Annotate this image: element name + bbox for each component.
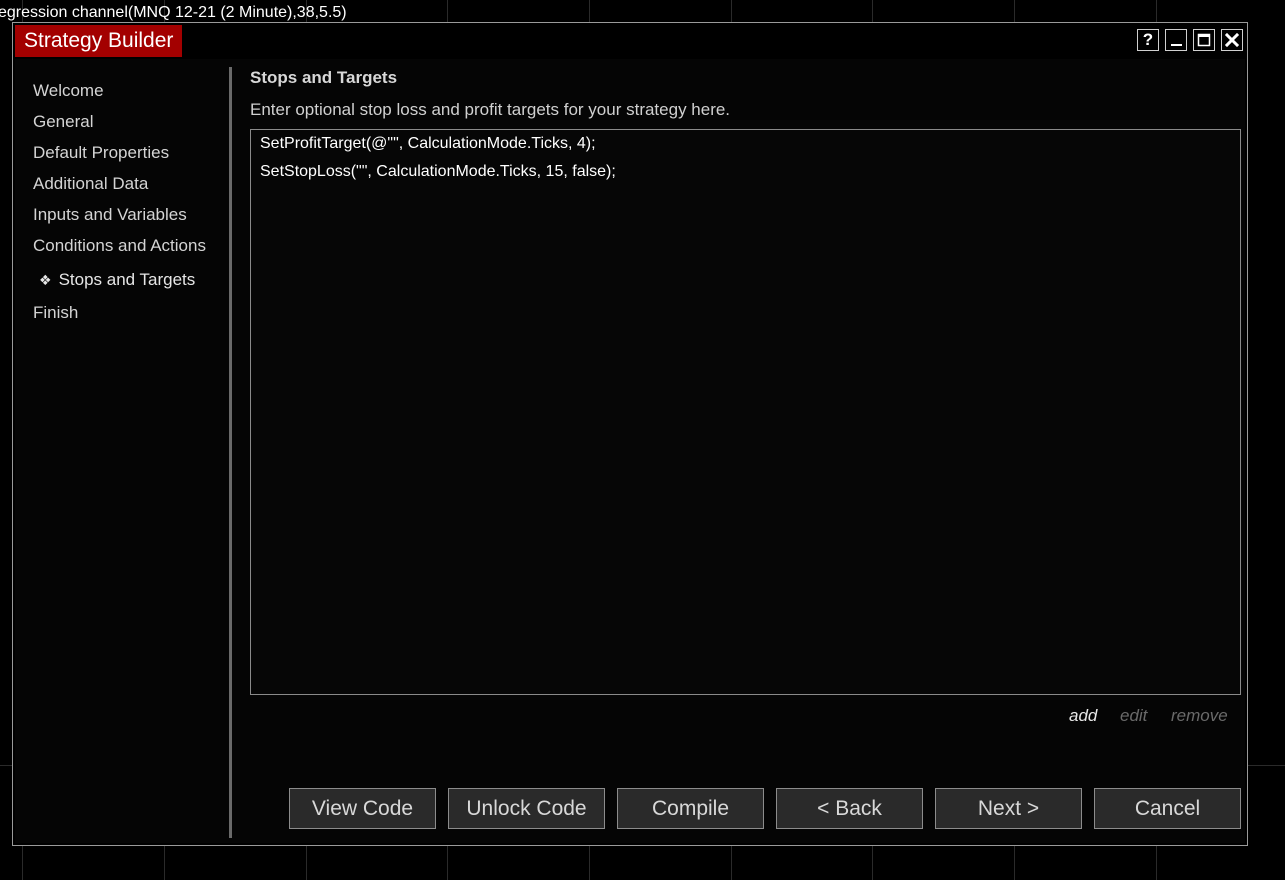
sidebar-item-conditions-and-actions[interactable]: Conditions and Actions xyxy=(33,236,206,256)
cancel-button[interactable]: Cancel xyxy=(1094,788,1241,829)
chart-background: egression channel(MNQ 12-21 (2 Minute),3… xyxy=(0,0,1285,880)
view-code-button[interactable]: View Code xyxy=(289,788,436,829)
maximize-icon xyxy=(1197,33,1211,47)
window-title: Strategy Builder xyxy=(15,25,183,57)
page-description: Enter optional stop loss and profit targ… xyxy=(250,100,731,119)
title-bar[interactable]: Strategy Builder ? xyxy=(15,25,1245,57)
minimize-icon xyxy=(1171,44,1182,46)
sidebar-item-inputs-and-variables[interactable]: Inputs and Variables xyxy=(33,205,187,225)
next-button[interactable]: Next > xyxy=(935,788,1082,829)
stops-targets-list[interactable]: SetProfitTarget(@"", CalculationMode.Tic… xyxy=(250,129,1241,695)
edit-link[interactable]: edit xyxy=(1120,706,1147,726)
active-bullet-icon: ❖ xyxy=(39,272,52,288)
close-icon xyxy=(1225,33,1239,47)
list-item[interactable]: SetStopLoss("", CalculationMode.Ticks, 1… xyxy=(260,163,616,181)
remove-link[interactable]: remove xyxy=(1171,706,1228,726)
dialog-body: Welcome General Default Properties Addit… xyxy=(15,59,1245,843)
sidebar-item-general[interactable]: General xyxy=(33,112,93,132)
sidebar-item-default-properties[interactable]: Default Properties xyxy=(33,143,169,163)
list-item[interactable]: SetProfitTarget(@"", CalculationMode.Tic… xyxy=(260,135,596,153)
minimize-button[interactable] xyxy=(1165,29,1187,51)
maximize-button[interactable] xyxy=(1193,29,1215,51)
wizard-sidebar: Welcome General Default Properties Addit… xyxy=(21,63,231,835)
page-title: Stops and Targets xyxy=(250,68,398,87)
help-button[interactable]: ? xyxy=(1137,29,1159,51)
back-button[interactable]: < Back xyxy=(776,788,923,829)
sidebar-item-additional-data[interactable]: Additional Data xyxy=(33,174,148,194)
strategy-builder-dialog: Strategy Builder ? Welcome General Defau… xyxy=(12,22,1248,846)
indicator-label: egression channel(MNQ 12-21 (2 Minute),3… xyxy=(0,4,347,21)
unlock-code-button[interactable]: Unlock Code xyxy=(448,788,605,829)
add-link[interactable]: add xyxy=(1069,706,1097,726)
close-button[interactable] xyxy=(1221,29,1243,51)
question-icon: ? xyxy=(1142,30,1154,49)
sidebar-item-label: Stops and Targets xyxy=(58,270,196,289)
sidebar-item-finish[interactable]: Finish xyxy=(33,303,78,323)
sidebar-item-welcome[interactable]: Welcome xyxy=(33,81,104,101)
sidebar-divider xyxy=(229,67,232,838)
compile-button[interactable]: Compile xyxy=(617,788,764,829)
sidebar-item-stops-and-targets[interactable]: ❖ Stops and Targets xyxy=(39,270,195,290)
